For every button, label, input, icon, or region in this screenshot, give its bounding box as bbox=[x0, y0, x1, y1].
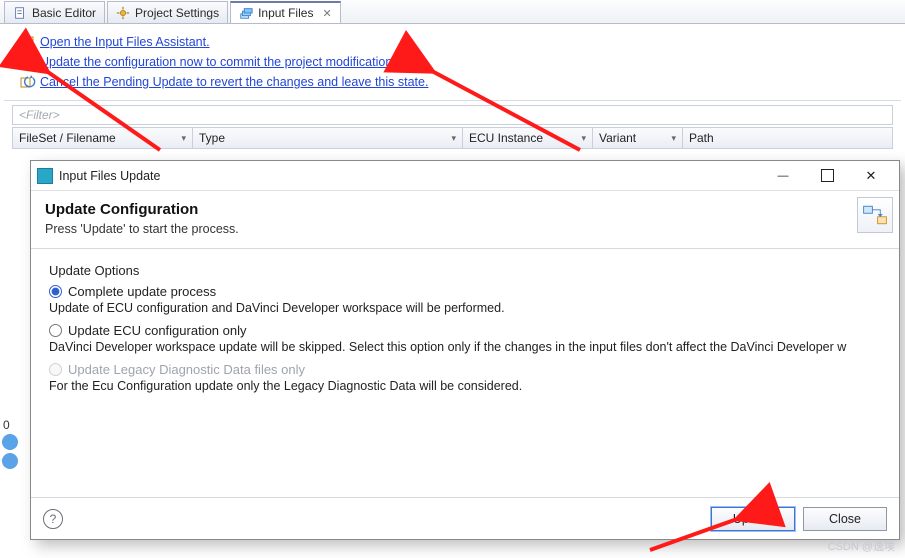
radio-input bbox=[49, 363, 62, 376]
dialog-body: Update Options Complete update process U… bbox=[31, 249, 899, 409]
info-icon bbox=[2, 453, 18, 469]
close-icon[interactable]: ✕ bbox=[322, 7, 331, 20]
stack-icon bbox=[239, 6, 253, 20]
dialog-header: Update Configuration Press 'Update' to s… bbox=[31, 191, 899, 249]
editor-tab-bar: Basic Editor Project Settings Input File… bbox=[0, 0, 905, 24]
option-desc: For the Ecu Configuration update only th… bbox=[49, 379, 881, 393]
option-desc: DaVinci Developer workspace update will … bbox=[49, 340, 881, 354]
chevron-down-icon: ▾ bbox=[671, 133, 676, 144]
status-count: 0 bbox=[3, 418, 10, 432]
link-update-config[interactable]: Update the configuration now to commit t… bbox=[40, 55, 402, 69]
tab-label: Project Settings bbox=[135, 6, 219, 20]
dialog-subheading: Press 'Update' to start the process. bbox=[45, 222, 239, 236]
group-title: Update Options bbox=[49, 263, 881, 278]
link-open-assistant[interactable]: Open the Input Files Assistant. bbox=[40, 35, 210, 49]
col-fileset[interactable]: FileSet / Filename▾ bbox=[13, 128, 193, 148]
radio-label: Complete update process bbox=[68, 284, 216, 299]
gear-icon bbox=[116, 6, 130, 20]
chevron-down-icon: ▾ bbox=[581, 133, 586, 144]
tab-label: Basic Editor bbox=[32, 6, 96, 20]
tab-input-files[interactable]: Input Files ✕ bbox=[230, 1, 341, 23]
dialog-window-title: Input Files Update bbox=[59, 169, 761, 183]
close-button[interactable] bbox=[849, 162, 893, 190]
chevron-down-icon: ▾ bbox=[181, 133, 186, 144]
col-path[interactable]: Path bbox=[683, 128, 892, 148]
revert-icon bbox=[20, 74, 36, 90]
radio-label: Update Legacy Diagnostic Data files only bbox=[68, 362, 305, 377]
col-type[interactable]: Type▾ bbox=[193, 128, 463, 148]
info-icon bbox=[2, 434, 18, 450]
update-flow-icon bbox=[857, 197, 893, 233]
watermark: CSDN @逸埃 bbox=[828, 538, 895, 554]
wizard-icon bbox=[20, 34, 36, 50]
filter-input[interactable]: <Filter> bbox=[12, 105, 893, 125]
col-variant[interactable]: Variant▾ bbox=[593, 128, 683, 148]
pending-actions-panel: Open the Input Files Assistant. Update t… bbox=[0, 24, 905, 98]
maximize-button[interactable] bbox=[805, 162, 849, 190]
dialog-titlebar[interactable]: Input Files Update bbox=[31, 161, 899, 191]
radio-ecu-only[interactable]: Update ECU configuration only bbox=[49, 323, 881, 338]
dialog-input-files-update: Input Files Update Update Configuration … bbox=[30, 160, 900, 540]
col-ecu-instance[interactable]: ECU Instance▾ bbox=[463, 128, 593, 148]
divider bbox=[4, 100, 901, 101]
commit-arrow-icon bbox=[20, 54, 36, 70]
tab-basic-editor[interactable]: Basic Editor bbox=[4, 1, 105, 23]
radio-input[interactable] bbox=[49, 285, 62, 298]
tab-label: Input Files bbox=[258, 6, 313, 20]
minimize-button[interactable] bbox=[761, 162, 805, 190]
app-icon bbox=[37, 168, 53, 184]
update-button[interactable]: Update bbox=[711, 507, 795, 531]
table-header: FileSet / Filename▾ Type▾ ECU Instance▾ … bbox=[12, 127, 893, 149]
radio-complete-update[interactable]: Complete update process bbox=[49, 284, 881, 299]
option-desc: Update of ECU configuration and DaVinci … bbox=[49, 301, 881, 315]
tab-project-settings[interactable]: Project Settings bbox=[107, 1, 228, 23]
help-icon[interactable]: ? bbox=[43, 509, 63, 529]
close-dialog-button[interactable]: Close bbox=[803, 507, 887, 531]
document-icon bbox=[13, 6, 27, 20]
dialog-heading: Update Configuration bbox=[45, 201, 239, 218]
chevron-down-icon: ▾ bbox=[451, 133, 456, 144]
link-cancel-update[interactable]: Cancel the Pending Update to revert the … bbox=[40, 75, 428, 89]
radio-legacy-diag: Update Legacy Diagnostic Data files only bbox=[49, 362, 881, 377]
dialog-footer: ? Update Close bbox=[31, 497, 899, 539]
radio-label: Update ECU configuration only bbox=[68, 323, 247, 338]
status-gutter bbox=[0, 431, 20, 472]
radio-input[interactable] bbox=[49, 324, 62, 337]
